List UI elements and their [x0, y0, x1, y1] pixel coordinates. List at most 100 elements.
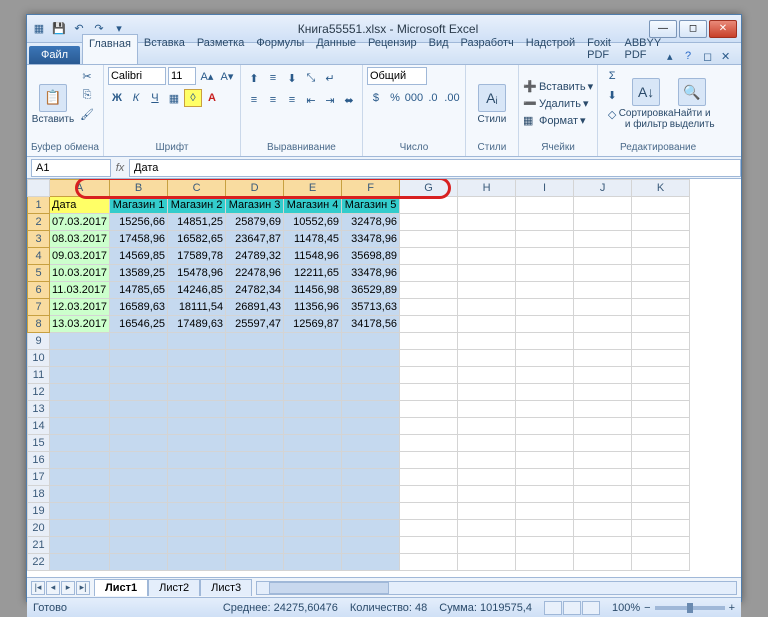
cell-H13[interactable]: [458, 401, 516, 418]
col-header-A[interactable]: A: [50, 180, 110, 197]
cell-H15[interactable]: [458, 435, 516, 452]
cell-G20[interactable]: [400, 520, 458, 537]
align-center-icon[interactable]: ≡: [264, 91, 282, 109]
fill-color-icon[interactable]: ◊: [184, 89, 202, 107]
row-header-20[interactable]: 20: [28, 520, 50, 537]
cell-B6[interactable]: 14785,65: [110, 282, 168, 299]
cell-G11[interactable]: [400, 367, 458, 384]
cell-B15[interactable]: [110, 435, 168, 452]
cell-E3[interactable]: 11478,45: [284, 231, 342, 248]
cell-G4[interactable]: [400, 248, 458, 265]
cells-delete[interactable]: ➖Удалить ▾: [523, 97, 593, 111]
row-header-16[interactable]: 16: [28, 452, 50, 469]
sheet-nav-last[interactable]: ▸|: [76, 581, 90, 595]
cells-format[interactable]: ▦Формат ▾: [523, 114, 593, 128]
cell-B5[interactable]: 13589,25: [110, 265, 168, 282]
row-header-6[interactable]: 6: [28, 282, 50, 299]
cell-G22[interactable]: [400, 554, 458, 571]
cell-B19[interactable]: [110, 503, 168, 520]
cell-A15[interactable]: [50, 435, 110, 452]
cell-D19[interactable]: [226, 503, 284, 520]
tab-Вид[interactable]: Вид: [423, 34, 455, 64]
cell-F16[interactable]: [342, 452, 400, 469]
cell-A20[interactable]: [50, 520, 110, 537]
col-header-K[interactable]: K: [632, 180, 690, 197]
tab-Данные[interactable]: Данные: [310, 34, 362, 64]
row-header-21[interactable]: 21: [28, 537, 50, 554]
align-top-icon[interactable]: ⬆: [245, 69, 263, 87]
cell-A8[interactable]: 13.03.2017: [50, 316, 110, 333]
col-header-G[interactable]: G: [400, 180, 458, 197]
cell-K17[interactable]: [632, 469, 690, 486]
cell-G21[interactable]: [400, 537, 458, 554]
cell-C18[interactable]: [168, 486, 226, 503]
cell-J9[interactable]: [574, 333, 632, 350]
cell-F11[interactable]: [342, 367, 400, 384]
cell-G1[interactable]: [400, 197, 458, 214]
cell-H12[interactable]: [458, 384, 516, 401]
cell-G15[interactable]: [400, 435, 458, 452]
cell-A14[interactable]: [50, 418, 110, 435]
cell-H8[interactable]: [458, 316, 516, 333]
cell-H14[interactable]: [458, 418, 516, 435]
cell-F21[interactable]: [342, 537, 400, 554]
cell-A18[interactable]: [50, 486, 110, 503]
formula-input[interactable]: Дата: [129, 159, 741, 177]
cell-B3[interactable]: 17458,96: [110, 231, 168, 248]
cell-H10[interactable]: [458, 350, 516, 367]
cell-B17[interactable]: [110, 469, 168, 486]
cell-I18[interactable]: [516, 486, 574, 503]
cell-I7[interactable]: [516, 299, 574, 316]
cell-F20[interactable]: [342, 520, 400, 537]
cell-H7[interactable]: [458, 299, 516, 316]
cell-A13[interactable]: [50, 401, 110, 418]
fill-icon[interactable]: ⬇: [602, 86, 622, 104]
cell-E22[interactable]: [284, 554, 342, 571]
row-header-1[interactable]: 1: [28, 197, 50, 214]
row-header-22[interactable]: 22: [28, 554, 50, 571]
cell-H11[interactable]: [458, 367, 516, 384]
cell-J12[interactable]: [574, 384, 632, 401]
cell-F15[interactable]: [342, 435, 400, 452]
cell-G9[interactable]: [400, 333, 458, 350]
cell-A22[interactable]: [50, 554, 110, 571]
cell-C8[interactable]: 17489,63: [168, 316, 226, 333]
cell-K20[interactable]: [632, 520, 690, 537]
tab-Формулы[interactable]: Формулы: [250, 34, 310, 64]
cell-A4[interactable]: 09.03.2017: [50, 248, 110, 265]
cell-C19[interactable]: [168, 503, 226, 520]
worksheet-grid[interactable]: ABCDEFGHIJK1ДатаМагазин 1Магазин 2Магази…: [27, 179, 741, 577]
cell-K11[interactable]: [632, 367, 690, 384]
font-size-select[interactable]: [168, 67, 196, 85]
cell-G12[interactable]: [400, 384, 458, 401]
cell-G18[interactable]: [400, 486, 458, 503]
cell-D18[interactable]: [226, 486, 284, 503]
tab-Рецензир[interactable]: Рецензир: [362, 34, 423, 64]
row-header-18[interactable]: 18: [28, 486, 50, 503]
col-header-F[interactable]: F: [342, 180, 400, 197]
zoom-control[interactable]: 100% − +: [612, 602, 735, 614]
cell-I4[interactable]: [516, 248, 574, 265]
row-header-15[interactable]: 15: [28, 435, 50, 452]
comma-icon[interactable]: 000: [405, 89, 423, 107]
cell-G17[interactable]: [400, 469, 458, 486]
cell-E20[interactable]: [284, 520, 342, 537]
cell-I12[interactable]: [516, 384, 574, 401]
window-restore-icon[interactable]: ◻: [703, 50, 717, 64]
cell-F13[interactable]: [342, 401, 400, 418]
cell-E4[interactable]: 11548,96: [284, 248, 342, 265]
cell-A21[interactable]: [50, 537, 110, 554]
cell-B2[interactable]: 15256,66: [110, 214, 168, 231]
cell-B22[interactable]: [110, 554, 168, 571]
cell-J13[interactable]: [574, 401, 632, 418]
row-header-4[interactable]: 4: [28, 248, 50, 265]
cell-B13[interactable]: [110, 401, 168, 418]
scroll-thumb[interactable]: [269, 582, 389, 594]
cell-A9[interactable]: [50, 333, 110, 350]
cell-E11[interactable]: [284, 367, 342, 384]
cell-C13[interactable]: [168, 401, 226, 418]
cell-H6[interactable]: [458, 282, 516, 299]
row-header-19[interactable]: 19: [28, 503, 50, 520]
cell-F5[interactable]: 33478,96: [342, 265, 400, 282]
sheet-tab-Лист3[interactable]: Лист3: [200, 579, 252, 596]
